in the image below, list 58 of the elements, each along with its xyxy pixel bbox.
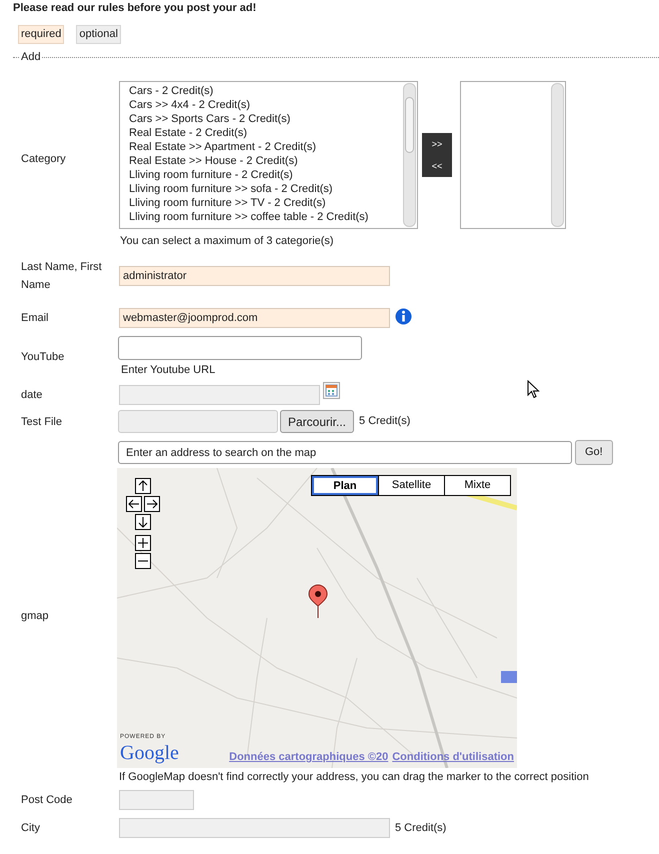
arrow-down-icon[interactable] xyxy=(135,514,151,530)
rules-notice: Please read our rules before you post your ad! xyxy=(13,1,258,15)
map-search-field[interactable]: Enter an address to search on the map xyxy=(118,441,572,464)
zoom-in-icon[interactable] xyxy=(135,535,151,551)
field-label: YouTube xyxy=(20,350,66,364)
map-marker-icon[interactable] xyxy=(308,584,328,619)
mouse-cursor-icon xyxy=(527,380,540,399)
move-button[interactable]: >> xyxy=(422,133,452,155)
field-label: Last Name, First Name xyxy=(20,260,103,293)
optional-legend: optional xyxy=(76,25,121,44)
url-input[interactable] xyxy=(118,336,362,360)
field-label: Test File xyxy=(20,414,63,430)
calendar-icon[interactable] xyxy=(323,382,340,399)
scrollbar-thumb[interactable] xyxy=(405,97,414,153)
required-legend: required xyxy=(18,25,64,44)
move-button[interactable]: << xyxy=(422,155,452,177)
listbox-option[interactable]: Real Estate >> House - 2 Credit(s) xyxy=(129,154,402,168)
file-path-field[interactable] xyxy=(118,410,278,433)
map-type-tab[interactable]: Plan xyxy=(312,476,378,495)
listbox-option[interactable]: Cars >> Sports Cars - 2 Credit(s) xyxy=(129,112,402,126)
text-input[interactable]: webmaster@joomprod.com xyxy=(119,308,390,328)
scrollbar[interactable] xyxy=(403,83,416,227)
info-icon[interactable] xyxy=(395,308,412,324)
text-input[interactable]: administrator xyxy=(119,266,390,286)
field-hint: You can select a maximum of 3 categorie(s) xyxy=(120,234,335,248)
field-hint: Enter Youtube URL xyxy=(121,363,216,377)
credits-text: 5 Credit(s) xyxy=(395,820,446,836)
field-hint: If GoogleMap doesn't find correctly your address, you can drag the marker to the correct position xyxy=(119,770,590,784)
map-type-tab[interactable]: Mixte xyxy=(444,476,510,495)
map-type-tab[interactable]: Satellite xyxy=(378,476,444,495)
arrow-right-icon[interactable] xyxy=(144,496,160,512)
listbox-option[interactable]: Lliving room furniture >> sofa - 2 Credit(s) xyxy=(129,182,402,196)
field-label: City xyxy=(20,821,41,836)
arrow-left-icon[interactable] xyxy=(126,496,142,512)
field-label: Category xyxy=(20,152,67,166)
listbox-option[interactable]: Lliving room furniture >> TV - 2 Credit(s) xyxy=(129,196,402,210)
browse-button[interactable]: Parcourir... xyxy=(280,410,354,433)
listbox-option[interactable]: Real Estate >> Apartment - 2 Credit(s) xyxy=(129,140,402,154)
field-label: Email xyxy=(20,311,50,326)
arrow-up-icon[interactable] xyxy=(135,478,151,494)
zoom-out-icon[interactable] xyxy=(135,553,151,569)
credits-text: 5 Credit(s) xyxy=(359,414,410,430)
go-button[interactable]: Go! xyxy=(575,440,613,465)
listbox-option[interactable]: Cars - 2 Credit(s) xyxy=(129,84,402,98)
field-label: date xyxy=(20,388,44,403)
listbox-option[interactable]: Cars >> 4x4 - 2 Credit(s) xyxy=(129,98,402,112)
text-input[interactable] xyxy=(119,790,194,810)
listbox-option[interactable]: Lliving room furniture >> coffee table - 2 Credit(s) xyxy=(129,210,402,224)
listbox-option[interactable]: Lliving room furniture - 2 Credit(s) xyxy=(129,168,402,182)
google-logo: Google xyxy=(120,742,179,764)
field-label: gmap xyxy=(20,609,50,624)
text-input[interactable] xyxy=(119,818,390,838)
scrollbar[interactable] xyxy=(551,83,564,227)
field-label: Post Code xyxy=(20,793,74,808)
selected-listbox[interactable] xyxy=(460,81,566,229)
category-listbox[interactable] xyxy=(119,81,418,229)
date-input[interactable] xyxy=(119,385,320,405)
listbox-option[interactable]: Real Estate - 2 Credit(s) xyxy=(129,126,402,140)
